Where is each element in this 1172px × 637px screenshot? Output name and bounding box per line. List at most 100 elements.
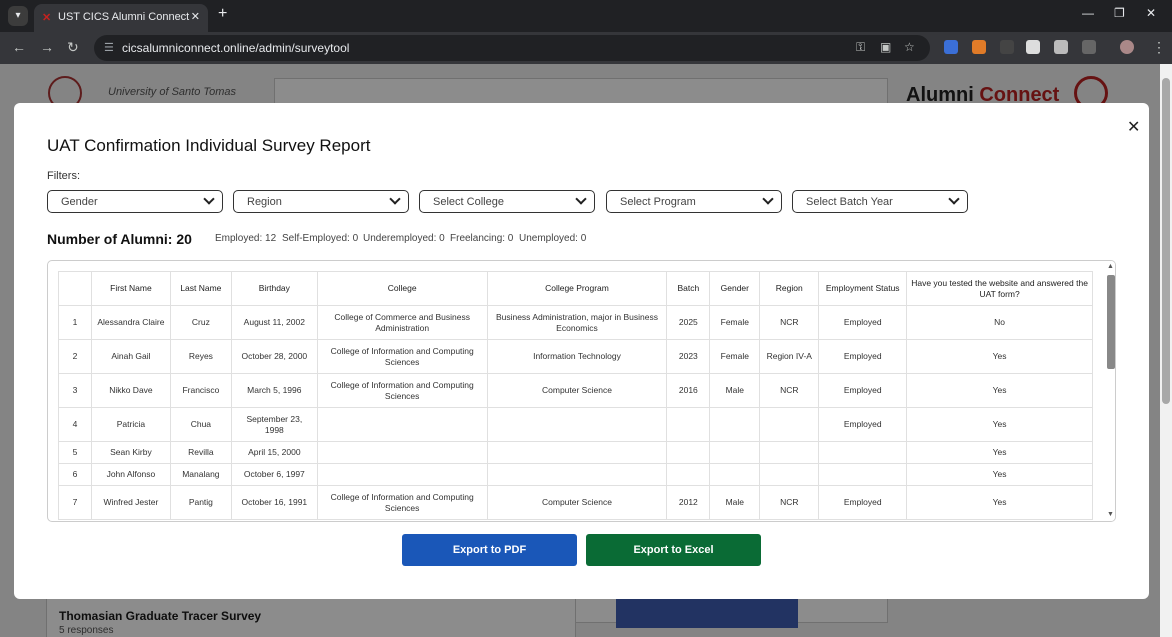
program-cell: Computer Science <box>486 373 668 408</box>
employment-cell: Employed <box>818 485 908 520</box>
tab-title: UST CICS Alumni Connect <box>58 11 190 23</box>
export-excel-button[interactable]: Export to Excel <box>586 534 761 566</box>
college-cell: College of Information and Computing Sci… <box>316 339 488 374</box>
uat-answer-cell: Yes <box>906 339 1093 374</box>
gender-cell: Male <box>709 485 761 520</box>
birthday-cell: October 6, 1997 <box>230 463 318 486</box>
key-icon[interactable]: ⚿ <box>856 40 865 55</box>
region-cell <box>759 441 820 464</box>
alumni-table-container: First Name Last Name Birthday College Co… <box>47 260 1116 522</box>
last-name-cell: Cruz <box>169 305 232 340</box>
region-filter-value: Region <box>247 196 282 208</box>
table-row: 6 John Alfonso Manalang October 6, 1997 Yes <box>58 463 1093 486</box>
table-scrollbar[interactable]: ▲ ▼ <box>1104 261 1115 521</box>
restore-icon[interactable]: ❐ <box>1114 6 1125 20</box>
stat-employed: Employed: 12 <box>215 233 277 244</box>
tab-close-icon[interactable]: ✕ <box>191 10 200 23</box>
site-favicon-icon: ✕ <box>42 12 52 24</box>
forward-icon[interactable]: → <box>40 39 54 55</box>
college-filter[interactable]: Select College <box>419 190 595 213</box>
gender-filter[interactable]: Gender <box>47 190 223 213</box>
table-row: 7 Winfred Jester Pantig October 16, 1991 Col… <box>58 485 1093 520</box>
employment-cell <box>818 441 908 464</box>
page-scrollbar-thumb[interactable] <box>1162 78 1170 404</box>
batch-cell <box>666 463 711 486</box>
college-cell: College of Information and Computing Sci… <box>316 373 488 408</box>
extensions-puzzle-icon[interactable] <box>1082 40 1096 54</box>
extension-pen-icon[interactable] <box>1000 40 1014 54</box>
last-name-cell: Revilla <box>169 441 232 464</box>
profile-avatar[interactable] <box>1120 40 1134 54</box>
table-scrollbar-thumb[interactable] <box>1107 275 1115 369</box>
first-name-cell: Nikko Dave <box>90 373 171 408</box>
college-cell <box>316 407 488 442</box>
install-app-icon[interactable]: ▣ <box>880 40 891 54</box>
modal-close-icon[interactable]: ✕ <box>1127 117 1140 137</box>
extension-shield-icon[interactable] <box>944 40 958 54</box>
col-header-index <box>58 271 92 306</box>
extension-qr-icon[interactable] <box>1026 40 1040 54</box>
batch-cell: 2025 <box>666 305 711 340</box>
table-row: 5 Sean Kirby Revilla April 15, 2000 Yes <box>58 441 1093 464</box>
alumni-table-scroll[interactable]: First Name Last Name Birthday College Co… <box>58 271 1093 521</box>
last-name-cell: Manalang <box>169 463 232 486</box>
window-close-icon[interactable]: ✕ <box>1146 6 1156 20</box>
first-name-cell: Ainah Gail <box>90 339 171 374</box>
batch-cell: 2016 <box>666 373 711 408</box>
row-index: 4 <box>58 407 92 442</box>
gender-filter-value: Gender <box>61 196 98 208</box>
alumni-table: First Name Last Name Birthday College Co… <box>58 271 1093 520</box>
site-settings-icon[interactable]: ☰ <box>104 41 114 54</box>
browser-menu-icon[interactable]: ⋮ <box>1152 39 1166 56</box>
birthday-cell: September 23, 1998 <box>230 407 318 442</box>
minimize-icon[interactable]: — <box>1082 6 1094 20</box>
region-cell: NCR <box>759 305 820 340</box>
batch-cell: 2012 <box>666 485 711 520</box>
gender-cell <box>709 441 761 464</box>
region-cell: NCR <box>759 485 820 520</box>
batch-cell: 2023 <box>666 339 711 374</box>
back-icon[interactable]: ← <box>12 39 26 55</box>
program-cell: Computer Science <box>486 485 668 520</box>
employment-cell <box>818 463 908 486</box>
tab-search-button[interactable]: ▾ <box>8 6 28 26</box>
batch-year-filter[interactable]: Select Batch Year <box>792 190 968 213</box>
program-filter-value: Select Program <box>620 196 696 208</box>
table-row: 2 Ainah Gail Reyes October 28, 2000 College … <box>58 339 1093 374</box>
col-header-region: Region <box>759 271 820 306</box>
extension-camera-icon[interactable] <box>1054 40 1068 54</box>
uat-answer-cell: Yes <box>906 441 1093 464</box>
table-row: 1 Alessandra Claire Cruz August 11, 2002 Col… <box>58 305 1093 340</box>
browser-tab[interactable]: ✕ UST CICS Alumni Connect ✕ <box>34 4 208 32</box>
reload-icon[interactable]: ↻ <box>67 39 79 56</box>
first-name-cell: Winfred Jester <box>90 485 171 520</box>
col-header-uat-answer: Have you tested the website and answered… <box>906 271 1093 306</box>
col-header-employment-status: Employment Status <box>818 271 908 306</box>
modal-title: UAT Confirmation Individual Survey Repor… <box>47 136 371 155</box>
chevron-down-icon <box>203 193 215 205</box>
gender-cell: Male <box>709 373 761 408</box>
uat-answer-cell: Yes <box>906 373 1093 408</box>
scroll-up-icon[interactable]: ▲ <box>1107 263 1114 270</box>
birthday-cell: April 15, 2000 <box>230 441 318 464</box>
stat-underemployed: Underemployed: 0 <box>363 233 445 244</box>
college-filter-value: Select College <box>433 196 504 208</box>
new-tab-icon[interactable]: + <box>218 5 227 23</box>
program-cell <box>486 407 668 442</box>
extension-fox-icon[interactable] <box>972 40 986 54</box>
col-header-college: College <box>316 271 488 306</box>
bookmark-star-icon[interactable]: ☆ <box>904 40 915 54</box>
region-filter[interactable]: Region <box>233 190 409 213</box>
stat-self-employed: Self-Employed: 0 <box>282 233 359 244</box>
export-pdf-button[interactable]: Export to PDF <box>402 534 577 566</box>
program-cell: Information Technology <box>486 339 668 374</box>
program-filter[interactable]: Select Program <box>606 190 782 213</box>
chevron-down-icon <box>575 193 587 205</box>
program-cell: Business Administration, major in Busine… <box>486 305 668 340</box>
uat-answer-cell: Yes <box>906 463 1093 486</box>
row-index: 7 <box>58 485 92 520</box>
last-name-cell: Chua <box>169 407 232 442</box>
birthday-cell: March 5, 1996 <box>230 373 318 408</box>
address-bar[interactable]: ☰ cicsalumniconnect.online/admin/surveyt… <box>94 35 930 61</box>
scroll-down-icon[interactable]: ▼ <box>1107 511 1114 518</box>
